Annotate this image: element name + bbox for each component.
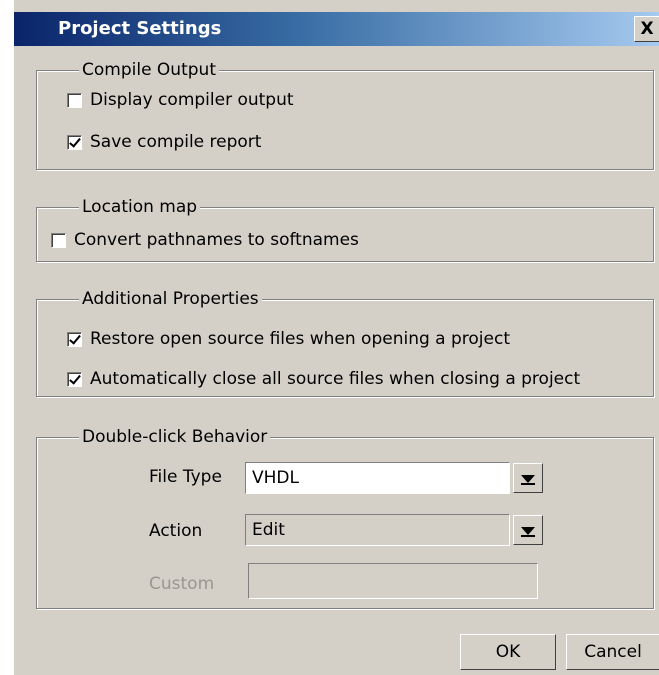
cancel-button[interactable]: Cancel <box>566 634 659 670</box>
display-compiler-output-label: Display compiler output <box>90 90 294 110</box>
file-type-select[interactable]: VHDL <box>245 462 510 494</box>
restore-open-files-label: Restore open source files when opening a… <box>90 329 511 349</box>
project-settings-dialog: Project Settings X Compile Output Displa… <box>13 0 659 675</box>
action-select[interactable]: Edit <box>245 514 510 546</box>
action-label: Action <box>149 521 203 541</box>
restore-open-files-checkbox[interactable] <box>67 331 82 347</box>
auto-close-files-label: Automatically close all source files whe… <box>90 369 581 389</box>
additional-properties-legend: Additional Properties <box>79 289 262 309</box>
display-compiler-output-option[interactable]: Display compiler output <box>67 90 294 110</box>
restore-open-files-option[interactable]: Restore open source files when opening a… <box>67 329 510 349</box>
compile-output-group: Compile Output Display compiler output S… <box>36 60 654 170</box>
file-type-dropdown-button[interactable] <box>513 463 543 493</box>
custom-input <box>248 563 538 599</box>
action-dropdown-button[interactable] <box>513 515 543 545</box>
save-compile-report-label: Save compile report <box>90 132 262 152</box>
chevron-down-icon <box>521 527 535 535</box>
ok-button[interactable]: OK <box>460 634 556 670</box>
file-type-value: VHDL <box>252 468 299 488</box>
auto-close-files-checkbox[interactable] <box>67 371 82 387</box>
custom-label: Custom <box>149 574 215 594</box>
convert-pathnames-option[interactable]: Convert pathnames to softnames <box>51 230 359 250</box>
chevron-down-icon <box>521 475 535 483</box>
double-click-behavior-legend: Double-click Behavior <box>79 427 271 447</box>
dialog-title: Project Settings <box>58 18 222 39</box>
save-compile-report-checkbox[interactable] <box>67 134 82 150</box>
save-compile-report-option[interactable]: Save compile report <box>67 132 261 152</box>
auto-close-files-option[interactable]: Automatically close all source files whe… <box>67 369 580 389</box>
convert-pathnames-checkbox[interactable] <box>51 232 66 248</box>
action-value: Edit <box>252 520 285 540</box>
file-type-label: File Type <box>149 467 222 487</box>
close-button[interactable]: X <box>634 16 659 42</box>
location-map-group: Location map Convert pathnames to softna… <box>36 197 654 262</box>
display-compiler-output-checkbox[interactable] <box>67 92 82 108</box>
compile-output-legend: Compile Output <box>79 60 219 80</box>
title-bar[interactable]: Project Settings X <box>14 12 659 46</box>
location-map-legend: Location map <box>79 197 201 217</box>
additional-properties-group: Additional Properties Restore open sourc… <box>36 289 654 397</box>
double-click-behavior-group: Double-click Behavior File Type VHDL Act… <box>36 427 654 609</box>
convert-pathnames-label: Convert pathnames to softnames <box>74 230 359 250</box>
